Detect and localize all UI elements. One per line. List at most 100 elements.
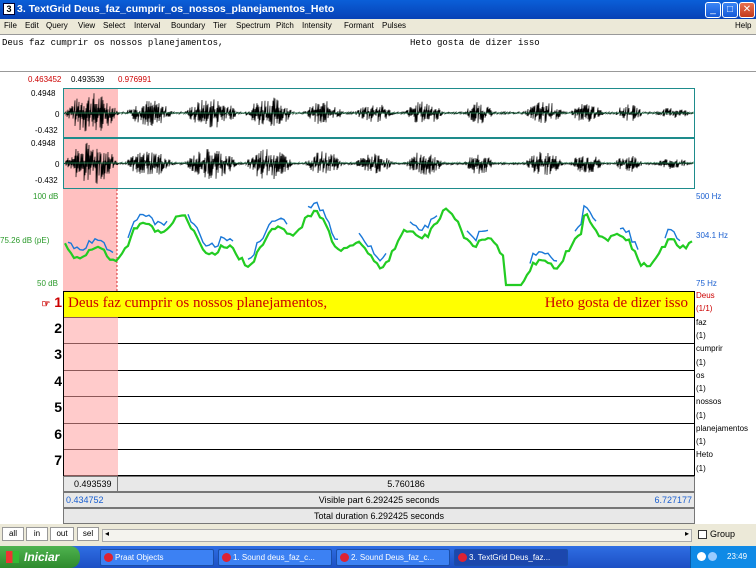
- tier-4-row[interactable]: [63, 370, 695, 396]
- group-checkbox[interactable]: [698, 530, 707, 539]
- maximize-button[interactable]: □: [722, 2, 738, 18]
- ch2-zero-label: 0: [55, 160, 60, 169]
- tier-7-name: Heto: [696, 450, 713, 459]
- menu-help[interactable]: Help: [735, 19, 751, 33]
- menu-boundary[interactable]: Boundary: [171, 19, 205, 33]
- tier-1-name: Deus: [696, 291, 715, 300]
- waveform-2-svg: [64, 139, 694, 188]
- group-label: Group: [710, 529, 736, 539]
- window-end-time: 6.727177: [654, 495, 692, 505]
- tier-1-number[interactable]: ☞ 1: [40, 294, 62, 310]
- tier-3-row[interactable]: [63, 343, 695, 370]
- total-duration-label: Total duration 6.292425 seconds: [313, 511, 445, 521]
- selection-left-time: 0.463452: [28, 75, 62, 84]
- total-duration-bar[interactable]: Total duration 6.292425 seconds: [63, 508, 695, 524]
- menu-select[interactable]: Select: [103, 19, 125, 33]
- bottom-controls: all in out sel ◂ ▸ Group: [0, 524, 756, 546]
- zoom-all-button[interactable]: all: [2, 527, 24, 541]
- pitch-intensity-panel[interactable]: [63, 189, 695, 291]
- minimize-button[interactable]: _: [705, 2, 721, 18]
- menu-tier[interactable]: Tier: [213, 19, 226, 33]
- menu-file[interactable]: File: [4, 19, 17, 33]
- zoom-out-button[interactable]: out: [50, 527, 74, 541]
- interval-text-editor[interactable]: Deus faz cumprir os nossos planejamentos…: [0, 34, 756, 72]
- window-title-bar[interactable]: 3 3. TextGrid Deus_faz_cumprir_os_nossos…: [0, 0, 756, 19]
- tray-icon-1[interactable]: [697, 552, 706, 561]
- menu-interval[interactable]: Interval: [134, 19, 160, 33]
- pitch-top-label: 500 Hz: [696, 192, 722, 201]
- waveform-channel-1[interactable]: [63, 88, 695, 138]
- tier-4-count: (1): [696, 384, 706, 393]
- after-selection-duration-cell[interactable]: 5.760186: [118, 477, 694, 491]
- ch2-max-label: 0.4948: [31, 139, 56, 148]
- menu-pitch[interactable]: Pitch: [276, 19, 294, 33]
- tier-2-row[interactable]: [63, 317, 695, 343]
- tier-1-interval-text-1[interactable]: Deus faz cumprir os nossos planejamentos…: [68, 295, 327, 312]
- tier-5-number[interactable]: 5: [40, 399, 62, 415]
- tier-1-count: (1/1): [696, 304, 713, 313]
- text-segment-1: Deus faz cumprir os nossos planejamentos…: [2, 38, 224, 48]
- tier-6-row[interactable]: [63, 423, 695, 449]
- textgrid-app-icon: 3: [3, 3, 15, 15]
- tier-6-name: planejamentos: [696, 424, 749, 433]
- taskbar-praat-objects[interactable]: Praat Objects: [100, 549, 214, 566]
- tier-1-interval-text-2[interactable]: Heto gosta de dizer isso: [545, 295, 688, 312]
- ch1-min-label: -0.432: [35, 126, 58, 135]
- tray-icon-2[interactable]: [708, 552, 717, 561]
- system-tray: 23:49: [690, 546, 756, 568]
- waveform-channel-2[interactable]: [63, 138, 695, 189]
- tier-5-row[interactable]: [63, 396, 695, 423]
- praat-icon: [458, 553, 467, 562]
- window-title: 3. TextGrid Deus_faz_cumprir_os_nossos_p…: [17, 3, 335, 15]
- ch1-max-label: 0.4948: [31, 89, 56, 98]
- tier-6-count: (1): [696, 437, 706, 446]
- selection-duration-cell[interactable]: 0.493539: [64, 477, 118, 491]
- windows-taskbar: Iniciar Praat Objects 1. Sound deus_faz_…: [0, 546, 756, 568]
- visible-part-label: Visible part 6.292425 seconds: [318, 495, 440, 505]
- menu-formant[interactable]: Formant: [344, 19, 374, 33]
- horizontal-scrollbar[interactable]: ◂ ▸: [102, 529, 692, 542]
- ch1-zero-label: 0: [55, 110, 60, 119]
- menu-query[interactable]: Query: [46, 19, 68, 33]
- tier-1-row[interactable]: Deus faz cumprir os nossos planejamentos…: [63, 291, 695, 317]
- pitch-bottom-label: 75 Hz: [696, 279, 717, 288]
- intensity-cursor-label: 75.26 dB (pE): [0, 236, 50, 245]
- intensity-contour: [64, 207, 693, 287]
- menu-view[interactable]: View: [78, 19, 95, 33]
- visible-part-bar[interactable]: 0.434752 Visible part 6.292425 seconds 6…: [63, 492, 695, 508]
- pointing-hand-icon: ☞: [41, 299, 51, 310]
- zoom-sel-button[interactable]: sel: [77, 527, 99, 541]
- taskbar-textgrid[interactable]: 3. TextGrid Deus_faz...: [454, 549, 568, 566]
- tier-3-number[interactable]: 3: [40, 346, 62, 362]
- menu-pulses[interactable]: Pulses: [382, 19, 406, 33]
- tier-6-number[interactable]: 6: [40, 426, 62, 442]
- editor-drawing-area[interactable]: 0.463452 0.493539 0.976991 0.4948 0 -0.4…: [0, 72, 756, 524]
- praat-icon: [222, 553, 231, 562]
- cursor-time: 0.493539: [71, 75, 105, 84]
- taskbar-sound-2[interactable]: 2. Sound Deus_faz_c...: [336, 549, 450, 566]
- scroll-left-arrow-icon[interactable]: ◂: [105, 529, 109, 538]
- scroll-right-arrow-icon[interactable]: ▸: [685, 529, 689, 538]
- analysis-selection: [63, 189, 117, 291]
- zoom-in-button[interactable]: in: [26, 527, 48, 541]
- menu-intensity[interactable]: Intensity: [302, 19, 332, 33]
- tier-7-number[interactable]: 7: [40, 452, 62, 468]
- menu-edit[interactable]: Edit: [25, 19, 39, 33]
- intensity-bottom-label: 50 dB: [37, 279, 58, 288]
- start-button[interactable]: Iniciar: [0, 546, 80, 568]
- praat-icon: [104, 553, 113, 562]
- tier-7-row[interactable]: [63, 449, 695, 476]
- close-button[interactable]: ✕: [739, 2, 755, 18]
- tier-4-number[interactable]: 4: [40, 373, 62, 389]
- tier-5-count: (1): [696, 411, 706, 420]
- tier-2-name: faz: [696, 318, 707, 327]
- clock: 23:49: [727, 552, 748, 561]
- ch2-min-label: -0.432: [35, 176, 58, 185]
- taskbar-sound-1[interactable]: 1. Sound deus_faz_c...: [218, 549, 332, 566]
- selection-timebar[interactable]: 0.493539 5.760186: [63, 476, 695, 492]
- waveform-2-trace: [64, 142, 694, 184]
- menu-spectrum[interactable]: Spectrum: [236, 19, 270, 33]
- start-label: Iniciar: [24, 550, 60, 564]
- tier-2-number[interactable]: 2: [40, 320, 62, 336]
- menu-bar: File Edit Query View Select Interval Bou…: [0, 19, 756, 33]
